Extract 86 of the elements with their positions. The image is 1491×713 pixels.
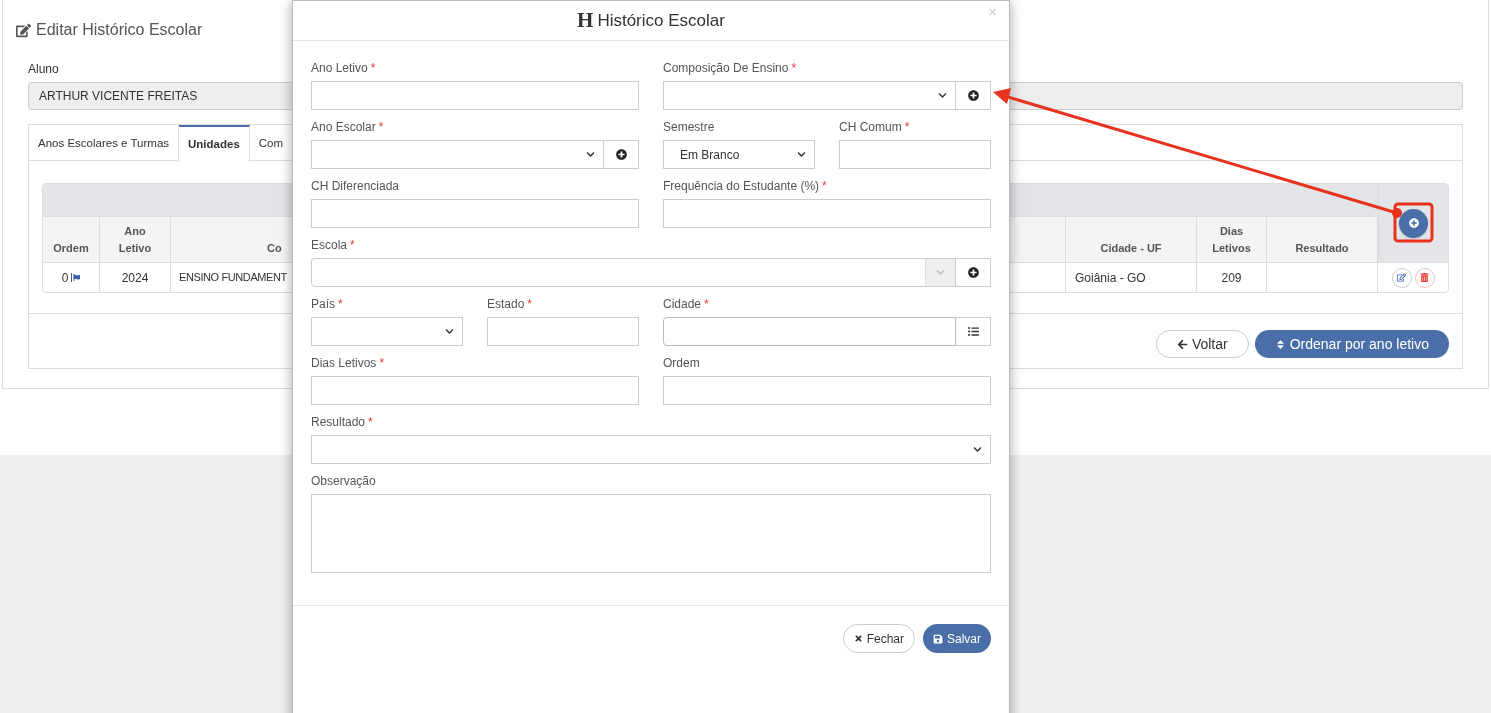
field-label: Observação [311,473,376,490]
text-field[interactable] [311,376,639,405]
text-field[interactable] [311,81,639,110]
caret-icon [938,91,947,100]
caret-icon [445,327,454,336]
field-label: Frequência do Estudante (%) [663,178,820,195]
required-marker: * [379,355,385,372]
highlight-box [1393,202,1434,243]
column-header: Resultado [1295,241,1349,254]
page-title: Editar Histórico Escolar [36,20,203,40]
add-icon [615,149,627,160]
required-marker: * [527,296,533,313]
add-button[interactable] [956,258,991,287]
table-cell: ENSINO FUNDAMENT [179,271,287,284]
caret-icon [797,150,806,159]
sort-icon [1274,338,1286,350]
modal-title: Histórico Escolar [597,9,725,32]
column-header: Co [267,241,282,254]
add-button[interactable] [956,81,991,110]
tab[interactable]: Unidades [179,125,250,162]
text-field[interactable] [311,199,639,228]
caret-icon [936,268,945,277]
list-button[interactable] [956,317,991,346]
field-label: Composição De Ensino [663,60,789,77]
select-field[interactable] [663,81,956,110]
text-field[interactable] [663,317,956,346]
add-icon [1408,218,1419,228]
add-icon [967,267,979,278]
column-header: Ano Letivo [117,224,153,256]
text-field[interactable] [487,317,639,346]
combo-field[interactable] [311,258,956,287]
required-marker: * [338,296,343,313]
caret-icon [973,445,982,454]
edit-icon [16,22,31,38]
field-label: Ano Letivo [311,60,368,77]
required-marker: * [904,119,910,136]
title-glyph: H [577,10,594,31]
table-cell: 209 [1221,270,1242,285]
field-label: Estado [487,296,525,313]
trash-icon [1420,273,1429,282]
close-icon [853,634,863,643]
caret-icon [586,150,595,159]
field-label: Ordem [663,355,700,372]
select-field[interactable] [311,435,991,464]
text-field[interactable] [663,199,991,228]
textarea-field[interactable] [311,494,991,573]
column-header: Cidade - UF [1100,241,1162,254]
field-label: País [311,296,335,313]
sort-button[interactable]: Ordenar por ano letivo [1254,330,1449,358]
select-field[interactable] [311,140,604,169]
select-field[interactable] [311,317,463,346]
text-field[interactable] [839,140,991,169]
required-marker: * [350,237,355,254]
field-label: Dias Letivos [311,355,377,372]
field-label: CH Comum [839,119,902,136]
field-label: Escola [311,237,348,254]
table-cell: 2024 [121,270,149,285]
save-icon [933,633,943,644]
arrow-left-icon [1176,338,1188,350]
select-field[interactable]: Em Branco [663,140,815,169]
table-cell: Goiânia - GO [1075,270,1146,285]
text-field[interactable] [663,376,991,405]
required-marker: * [822,178,827,195]
required-marker: * [704,296,709,313]
add-icon [967,90,979,101]
field-label: Semestre [663,119,715,136]
required-marker: * [791,60,797,77]
required-marker: * [368,414,373,431]
table-cell-text: 0 [61,269,69,287]
add-button[interactable] [604,140,639,169]
add-row-button[interactable] [1399,208,1428,238]
required-marker: * [370,60,376,77]
field-label: Aluno [28,62,59,76]
field-label: CH Diferenciada [311,178,400,195]
save-button[interactable]: Salvar [923,624,991,653]
column-header: Dias Letivos [1211,224,1252,256]
required-marker: * [378,119,384,136]
edit-icon [1397,273,1406,282]
field-label: Resultado [311,414,366,431]
field-label: Cidade [663,296,702,313]
field-label: Ano Escolar [311,119,376,136]
back-button[interactable]: Voltar [1155,330,1249,358]
dropdown-toggle[interactable] [925,259,955,286]
close-button[interactable]: Fechar [842,624,915,653]
column-header: Ordem [53,241,89,254]
list-icon [967,326,979,337]
